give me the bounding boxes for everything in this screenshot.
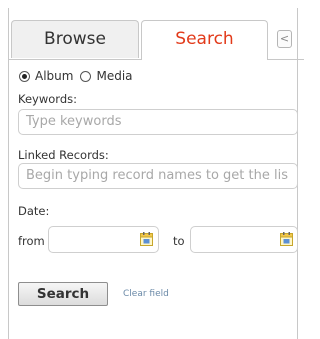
date-from-label: from bbox=[18, 234, 45, 248]
tab-divider bbox=[267, 59, 304, 60]
album-radio[interactable] bbox=[19, 70, 30, 82]
calendar-icon[interactable] bbox=[280, 232, 293, 246]
tab-bar: Browse Search bbox=[8, 18, 304, 60]
date-to-label: to bbox=[173, 234, 185, 248]
keywords-label: Keywords: bbox=[18, 92, 77, 106]
tab-divider bbox=[8, 59, 142, 60]
linked-records-input[interactable]: Begin typing record names to get the lis bbox=[18, 163, 298, 189]
search-button[interactable]: Search bbox=[18, 282, 108, 306]
clear-field-link[interactable]: Clear field bbox=[123, 289, 169, 299]
linked-records-label: Linked Records: bbox=[18, 148, 109, 162]
album-radio-label[interactable]: Album bbox=[35, 69, 73, 83]
keywords-input[interactable]: Type keywords bbox=[18, 109, 298, 135]
collapse-panel-button[interactable]: < bbox=[277, 30, 292, 48]
media-radio[interactable] bbox=[80, 70, 92, 82]
tab-browse[interactable]: Browse bbox=[11, 20, 139, 58]
media-radio-label[interactable]: Media bbox=[96, 69, 132, 83]
date-to-input[interactable] bbox=[190, 226, 298, 253]
radio-selected-dot bbox=[22, 73, 27, 79]
date-from-input[interactable] bbox=[48, 226, 159, 253]
scope-radio-group: Album Media bbox=[19, 68, 140, 84]
calendar-icon[interactable] bbox=[140, 232, 153, 246]
tab-search[interactable]: Search bbox=[141, 20, 268, 60]
date-label: Date: bbox=[18, 204, 50, 218]
collapse-icon: < bbox=[279, 32, 290, 45]
